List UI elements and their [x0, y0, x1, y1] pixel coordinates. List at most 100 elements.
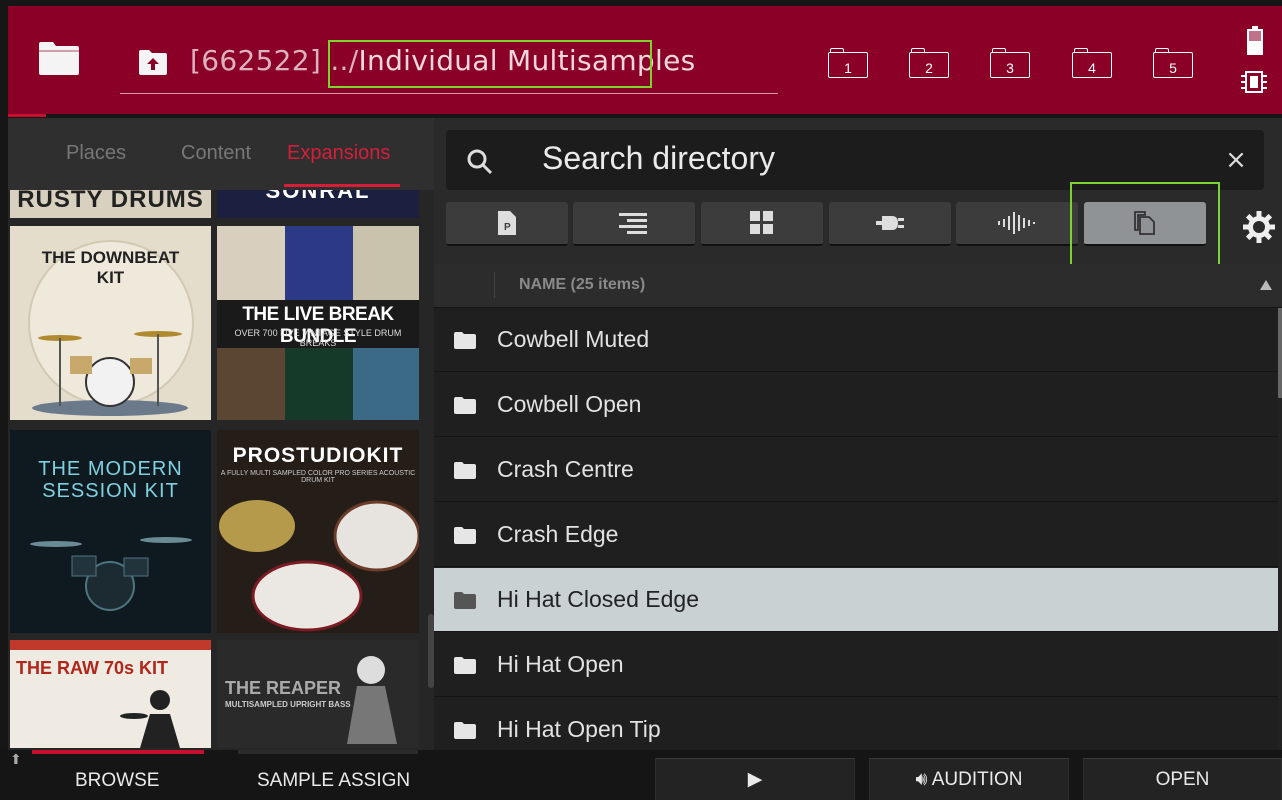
sort-ascending-icon[interactable] — [1260, 280, 1272, 290]
drum-kit-illustration — [30, 537, 192, 611]
list-scrollbar[interactable] — [1278, 308, 1282, 750]
tab-expansions[interactable]: Expansions — [287, 142, 390, 165]
item-name: Hi Hat Closed Edge — [497, 586, 699, 612]
filter-plugin-button[interactable] — [829, 202, 951, 246]
browser-screen: [662522] ../Individual Multisamples 1 2 … — [0, 0, 1282, 800]
list-item[interactable]: Crash Edge — [434, 503, 1278, 567]
folder-up-icon[interactable] — [138, 48, 168, 76]
battery-icon — [1247, 26, 1263, 55]
scrollbar-thumb[interactable] — [1278, 308, 1282, 398]
left-panel: Places Content Expansions RUSTY DRUMS SO… — [8, 118, 434, 750]
active-tab-indicator — [284, 184, 400, 187]
cover-title: THE MODERN SESSION KIT — [38, 458, 183, 502]
tab-places[interactable]: Places — [66, 142, 126, 165]
folder-slot-1[interactable]: 1 — [828, 48, 868, 78]
grid-icon — [750, 211, 773, 234]
highlight-box-path — [328, 40, 652, 88]
header-accent-line — [8, 114, 46, 117]
search-bar[interactable]: Search directory × — [446, 130, 1264, 190]
file-list: Cowbell Muted Cowbell Open Crash Centre … — [434, 308, 1278, 750]
audition-label: AUDITION — [931, 769, 1023, 790]
folder-icon — [454, 592, 476, 609]
search-icon — [467, 149, 493, 175]
waveform-icon — [998, 212, 1035, 234]
cpu-icon — [1241, 71, 1267, 93]
slot-label: 4 — [1072, 52, 1112, 78]
drum-kit-illustration — [219, 500, 419, 632]
folder-icon — [454, 527, 476, 544]
gear-icon[interactable] — [1242, 210, 1276, 244]
filter-program-button[interactable]: P — [446, 202, 568, 246]
expansion-cover-rusty-drums[interactable]: RUSTY DRUMS — [10, 190, 211, 218]
sample-assign-indicator — [238, 750, 418, 754]
cover-subtitle: A FULLY MULTI SAMPLED COLOR PRO SERIES A… — [220, 470, 416, 484]
drummer-illustration — [120, 690, 180, 748]
browse-active-indicator — [32, 750, 204, 754]
expansion-cover-raw-70s-kit[interactable]: THE RAW 70s KIT — [10, 640, 211, 748]
column-separator — [494, 272, 495, 298]
expansion-cover-live-break-bundle[interactable]: THE LIVE BREAK BUNDLE OVER 700 LIVE VINT… — [217, 226, 419, 420]
cover-title: SONRAL — [265, 190, 371, 203]
list-item[interactable]: Hi Hat Open Tip — [434, 698, 1278, 750]
cover-title: THE DOWNBEAT KIT — [41, 248, 180, 287]
expansion-cover-the-reaper[interactable]: THE REAPER MULTISAMPLED UPRIGHT BASS — [217, 640, 419, 748]
browse-button[interactable]: BROWSE — [75, 770, 159, 792]
speaker-icon: 🔊︎ — [915, 769, 932, 790]
item-name: Crash Edge — [497, 521, 619, 547]
expansion-cover-sonral[interactable]: SONRAL — [217, 190, 419, 218]
plugin-icon — [876, 216, 904, 230]
expansion-grid: RUSTY DRUMS SONRAL THE DOWNBEAT KIT THE … — [8, 190, 434, 748]
folder-icon — [454, 462, 476, 479]
program-icon: P — [498, 211, 516, 235]
folder-slot-2[interactable]: 2 — [909, 48, 949, 78]
highlight-box-filter — [1070, 182, 1220, 266]
close-icon[interactable]: × — [1224, 147, 1248, 173]
item-name: Cowbell Muted — [497, 326, 650, 352]
list-icon — [619, 213, 647, 234]
list-item[interactable]: Cowbell Muted — [434, 308, 1278, 372]
cover-title: THE RAW 70s KIT — [16, 658, 169, 678]
arrow-up-icon[interactable]: ⬆ — [10, 752, 22, 768]
cover-title: PROSTUDIOKIT — [232, 444, 404, 467]
expansion-cover-pro-studio-kit[interactable]: PROSTUDIOKIT A FULLY MULTI SAMPLED COLOR… — [217, 430, 419, 633]
search-input[interactable]: Search directory — [542, 140, 775, 177]
folder-slot-3[interactable]: 3 — [990, 48, 1030, 78]
cover-subtitle: OVER 700 LIVE VINTAGE STYLE DRUM BREAKS — [234, 328, 402, 348]
sample-assign-button[interactable]: SAMPLE ASSIGN — [257, 770, 410, 792]
filter-grid-button[interactable] — [701, 202, 823, 246]
item-name: Hi Hat Open — [497, 651, 624, 677]
filter-sample-button[interactable] — [956, 202, 1078, 246]
skeleton-illustration — [347, 656, 397, 744]
folder-icon — [454, 657, 476, 674]
svg-text:P: P — [504, 222, 511, 233]
folder-slot-5[interactable]: 5 — [1153, 48, 1193, 78]
audition-button[interactable]: 🔊︎ AUDITION — [869, 758, 1069, 800]
expansion-cover-downbeat-kit[interactable]: THE DOWNBEAT KIT — [10, 226, 211, 420]
filter-list-button[interactable] — [573, 202, 695, 246]
list-item[interactable]: Cowbell Open — [434, 373, 1278, 437]
header-bar: [662522] ../Individual Multisamples 1 2 … — [8, 6, 1282, 114]
browser-tabs: Places Content Expansions — [8, 118, 434, 190]
folder-icon — [454, 722, 476, 739]
folder-icon[interactable] — [38, 40, 80, 76]
folder-icon — [454, 397, 476, 414]
play-button[interactable]: ▶ — [655, 758, 855, 800]
list-header[interactable]: NAME (25 items) — [434, 264, 1282, 308]
cover-title: RUSTY DRUMS — [17, 190, 204, 213]
bottom-bar: ⬆ BROWSE SAMPLE ASSIGN ▶ 🔊︎ AUDITION OPE… — [0, 750, 1282, 800]
item-name: Hi Hat Open Tip — [497, 716, 661, 742]
item-name: Crash Centre — [497, 456, 634, 482]
column-name-header[interactable]: NAME (25 items) — [519, 276, 645, 294]
folder-slot-4[interactable]: 4 — [1072, 48, 1112, 78]
tab-content[interactable]: Content — [181, 142, 251, 165]
slot-label: 1 — [828, 52, 868, 78]
item-name: Cowbell Open — [497, 391, 642, 417]
slot-label: 2 — [909, 52, 949, 78]
open-button[interactable]: OPEN — [1083, 758, 1282, 800]
list-item[interactable]: Crash Centre — [434, 438, 1278, 502]
list-item-selected[interactable]: Hi Hat Closed Edge — [434, 568, 1278, 632]
right-panel: Search directory × P NAME (25 items) Cow… — [434, 118, 1282, 750]
slot-label: 5 — [1153, 52, 1193, 78]
expansion-cover-modern-session-kit[interactable]: THE MODERN SESSION KIT — [10, 430, 211, 633]
list-item[interactable]: Hi Hat Open — [434, 633, 1278, 697]
